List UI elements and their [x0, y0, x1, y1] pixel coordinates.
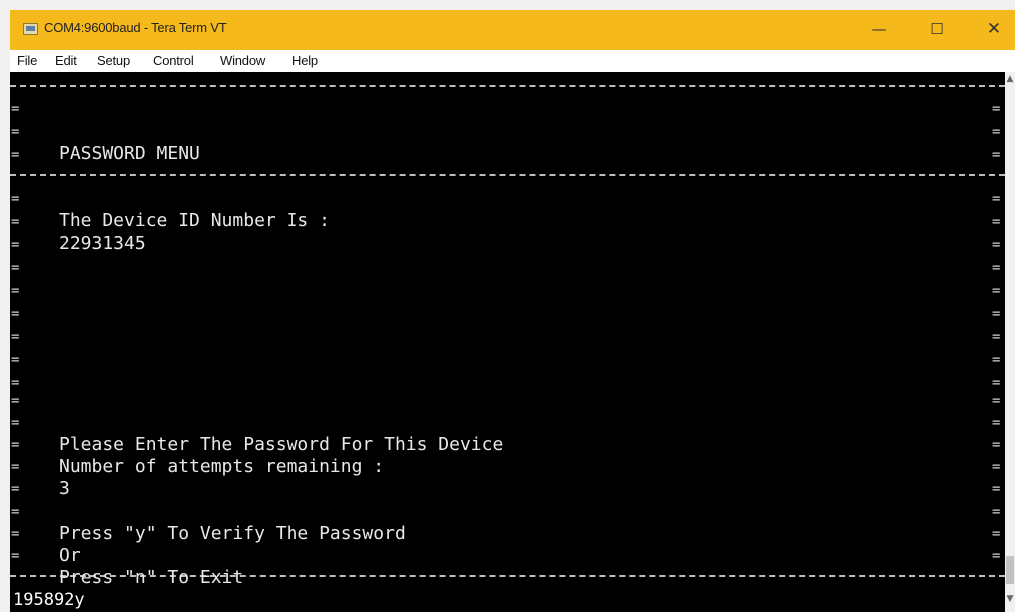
menu-window[interactable]: Window	[220, 53, 265, 68]
border-marker-right: =	[992, 191, 1001, 207]
border-marker-left: =	[11, 375, 20, 391]
vertical-scrollbar[interactable]: ▲ ▼	[1005, 72, 1015, 612]
border-marker-left: =	[11, 352, 20, 368]
tera-term-window: COM4:9600baud - Tera Term VT — ☐ ✕ File …	[0, 0, 1015, 612]
terminal-input-line[interactable]: 195892y	[10, 588, 1005, 612]
border-marker-left: =	[11, 459, 20, 475]
border-marker-right: =	[992, 437, 1001, 453]
border-marker-left: =	[11, 214, 20, 230]
border-marker-right: =	[992, 101, 1001, 117]
border-marker-left: =	[11, 260, 20, 276]
border-marker-right: =	[992, 306, 1001, 322]
border-marker-right: =	[992, 260, 1001, 276]
border-marker-right: =	[992, 415, 1001, 431]
terminal-rule-top	[10, 85, 1005, 90]
terminal-screen[interactable]: PASSWORD MENU The Device ID Number Is : …	[10, 72, 1005, 612]
border-marker-right: =	[992, 352, 1001, 368]
border-marker-left: =	[11, 147, 20, 163]
border-marker-left: =	[11, 191, 20, 207]
exit-option-text: Press "n" To Exit	[59, 567, 244, 588]
border-marker-left: =	[11, 548, 20, 564]
border-marker-left: =	[11, 237, 20, 253]
menu-control[interactable]: Control	[153, 53, 194, 68]
terminal-line-or: Or	[10, 523, 1005, 566]
terminal-rule-header	[10, 174, 1005, 179]
menu-bar: File Edit Setup Control Window Help	[10, 50, 1015, 72]
border-marker-left: =	[11, 504, 20, 520]
scroll-down-arrow-icon[interactable]: ▼	[1005, 594, 1015, 608]
device-id-value: 22931345	[59, 233, 146, 254]
password-menu-heading: PASSWORD MENU	[59, 143, 200, 164]
border-marker-left: =	[11, 437, 20, 453]
border-marker-left: =	[11, 101, 20, 117]
border-marker-left: =	[11, 329, 20, 345]
border-marker-right: =	[992, 214, 1001, 230]
border-marker-left: =	[11, 393, 20, 409]
menu-edit[interactable]: Edit	[55, 53, 77, 68]
terminal-line-verify: Press "y" To Verify The Password	[10, 501, 1005, 544]
close-button[interactable]: ✕	[974, 16, 1014, 44]
minimize-button[interactable]: —	[859, 16, 899, 44]
border-marker-right: =	[992, 329, 1001, 345]
border-marker-right: =	[992, 459, 1001, 475]
border-marker-right: =	[992, 526, 1001, 542]
terminal-line-prompt: Please Enter The Password For This Devic…	[10, 412, 1005, 455]
border-marker-right: =	[992, 481, 1001, 497]
window-title: COM4:9600baud - Tera Term VT	[44, 20, 227, 35]
border-marker-left: =	[11, 415, 20, 431]
border-marker-right: =	[992, 504, 1001, 520]
terminal-line-attempts: 3	[10, 456, 1005, 499]
border-marker-left: =	[11, 283, 20, 299]
border-marker-left: =	[11, 124, 20, 140]
terminal-line-header: PASSWORD MENU	[10, 121, 1005, 164]
terminal-line-attempts-label: Number of attempts remaining :	[10, 434, 1005, 477]
border-marker-left: =	[11, 526, 20, 542]
terminal-line-device-id: 22931345	[10, 211, 1005, 254]
maximize-button[interactable]: ☐	[917, 16, 957, 44]
menu-help[interactable]: Help	[292, 53, 318, 68]
terminal-line-exit: Press "n" To Exit	[10, 545, 1005, 588]
attempts-remaining-value: 3	[59, 478, 70, 499]
scroll-thumb[interactable]	[1006, 556, 1014, 584]
border-marker-left: =	[11, 481, 20, 497]
border-marker-right: =	[992, 548, 1001, 564]
border-marker-right: =	[992, 124, 1001, 140]
border-marker-right: =	[992, 283, 1001, 299]
border-marker-left: =	[11, 306, 20, 322]
menu-file[interactable]: File	[17, 53, 37, 68]
title-bar[interactable]: COM4:9600baud - Tera Term VT — ☐ ✕	[10, 10, 1015, 50]
border-marker-right: =	[992, 147, 1001, 163]
menu-setup[interactable]: Setup	[97, 53, 130, 68]
terminal-line-device-label: The Device ID Number Is :	[10, 188, 1005, 231]
border-marker-right: =	[992, 393, 1001, 409]
border-marker-right: =	[992, 375, 1001, 391]
terminal-app-icon	[23, 23, 38, 35]
scroll-up-arrow-icon[interactable]: ▲	[1005, 74, 1015, 88]
border-marker-right: =	[992, 237, 1001, 253]
